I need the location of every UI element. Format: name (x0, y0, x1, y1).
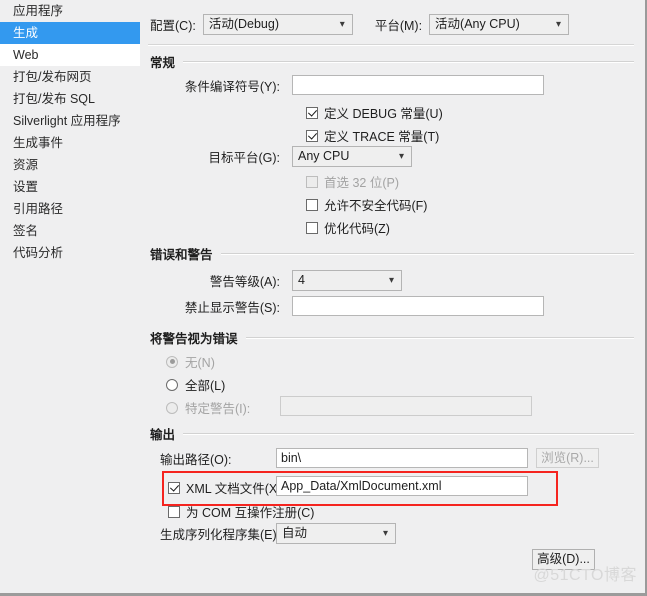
serialization-assembly-label: 生成序列化程序集(E): (160, 528, 281, 542)
target-platform-label: 目标平台(G): (208, 151, 280, 165)
treat-warnings-all-radio-row[interactable]: 全部(L) (166, 375, 225, 394)
target-platform-field: 目标平台(G): Any CPU ▾ (176, 146, 412, 167)
warning-level-combo[interactable]: 4 ▾ (292, 270, 402, 291)
prefer-32bit-label: 首选 32 位(P) (324, 176, 400, 190)
optimize-code-checkbox-row[interactable]: 优化代码(Z) (306, 218, 390, 237)
specific-warnings-input (280, 396, 532, 416)
treat-warnings-specific-radio-row: 特定警告(I): (166, 398, 250, 417)
errors-warnings-group-header: 错误和警告 (150, 244, 634, 263)
general-group-header: 常规 (150, 52, 634, 71)
warning-level-label: 警告等级(A): (209, 275, 280, 289)
divider (183, 432, 634, 435)
checkbox-icon[interactable] (306, 198, 318, 211)
optimize-code-label: 优化代码(Z) (324, 222, 390, 236)
treat-warnings-group-title: 将警告视为错误 (150, 332, 238, 346)
xml-documentation-input[interactable]: App_Data/XmlDocument.xml (276, 476, 528, 496)
browse-button: 浏览(R)... (536, 448, 599, 468)
sidebar-item-resources[interactable]: 资源 (0, 154, 140, 176)
suppress-warnings-input[interactable] (292, 296, 544, 316)
register-for-com-label: 为 COM 互操作注册(C) (186, 506, 315, 520)
target-platform-combo[interactable]: Any CPU ▾ (292, 146, 412, 167)
header-divider (148, 44, 634, 46)
conditional-symbols-label: 条件编译符号(Y): (184, 79, 280, 94)
sidebar-item-web[interactable]: Web (0, 44, 153, 66)
serialization-assembly-combo[interactable]: 自动 ▾ (276, 523, 396, 544)
divider (245, 336, 634, 339)
checkbox-icon[interactable] (168, 481, 180, 494)
allow-unsafe-code-checkbox-row[interactable]: 允许不安全代码(F) (306, 195, 427, 214)
sidebar-item-package-publish-sql[interactable]: 打包/发布 SQL (0, 88, 140, 110)
sidebar-item-silverlight-application[interactable]: Silverlight 应用程序 (0, 110, 140, 132)
platform-label: 平台(M): (374, 19, 423, 33)
register-for-com-checkbox-row[interactable]: 为 COM 互操作注册(C) (168, 502, 314, 521)
xml-documentation-label: XML 文档文件(X): (186, 482, 285, 496)
divider (220, 252, 634, 255)
general-group-title: 常规 (150, 56, 176, 70)
treat-warnings-group-header: 将警告视为错误 (150, 328, 634, 347)
watermark: @51CTO博客 (533, 567, 637, 584)
output-path-input[interactable]: bin\ (276, 448, 528, 468)
divider (183, 60, 634, 63)
errors-warnings-group-title: 错误和警告 (150, 248, 213, 262)
treat-warnings-none-radio-row: 无(N) (166, 352, 215, 371)
checkbox-icon (306, 175, 318, 188)
sidebar-item-package-publish-web[interactable]: 打包/发布网页 (0, 66, 140, 88)
configuration-combo-value: 活动(Debug) (208, 17, 279, 31)
sidebar: 应用程序 生成 Web 打包/发布网页 打包/发布 SQL Silverligh… (0, 0, 153, 593)
treat-warnings-all-label: 全部(L) (185, 379, 226, 393)
allow-unsafe-code-label: 允许不安全代码(F) (324, 199, 428, 213)
serialization-assembly-combo-value: 自动 (282, 526, 308, 540)
output-path-label: 输出路径(O): (160, 452, 232, 467)
chevron-down-icon: ▾ (382, 528, 388, 539)
project-properties-window: 应用程序 生成 Web 打包/发布网页 打包/发布 SQL Silverligh… (0, 0, 647, 596)
sidebar-item-application[interactable]: 应用程序 (0, 0, 140, 22)
configuration-bar: 配置(C): 活动(Debug) ▾ 平台(M): 活动(Any CPU) ▾ (150, 14, 570, 35)
warning-level-combo-value: 4 (298, 273, 305, 287)
output-path-field: 输出路径(O): bin\ (160, 448, 528, 468)
checkbox-icon[interactable] (306, 221, 318, 234)
configuration-combo[interactable]: 活动(Debug) ▾ (202, 14, 353, 35)
prefer-32bit-checkbox-row: 首选 32 位(P) (306, 172, 399, 191)
sidebar-item-build-events[interactable]: 生成事件 (0, 132, 140, 154)
serialization-assembly-field: 生成序列化程序集(E): 自动 ▾ (160, 523, 396, 544)
conditional-symbols-field: 条件编译符号(Y): (176, 75, 544, 95)
conditional-symbols-input[interactable] (292, 75, 544, 95)
checkbox-icon[interactable] (306, 106, 318, 119)
define-debug-label: 定义 DEBUG 常量(U) (324, 107, 443, 121)
sidebar-item-settings[interactable]: 设置 (0, 176, 140, 198)
output-group-title: 输出 (150, 428, 176, 442)
sidebar-item-signing[interactable]: 签名 (0, 220, 140, 242)
warning-level-field: 警告等级(A): 4 ▾ (176, 270, 402, 291)
treat-warnings-specific-label: 特定警告(I): (185, 402, 251, 416)
suppress-warnings-field: 禁止显示警告(S): (176, 296, 544, 316)
configuration-label: 配置(C): (150, 19, 196, 33)
suppress-warnings-label: 禁止显示警告(S): (184, 300, 280, 315)
checkbox-icon[interactable] (306, 129, 318, 142)
chevron-down-icon: ▾ (339, 19, 345, 30)
platform-combo[interactable]: 活动(Any CPU) ▾ (429, 14, 570, 35)
define-trace-checkbox-row[interactable]: 定义 TRACE 常量(T) (306, 126, 439, 145)
chevron-down-icon: ▾ (388, 275, 394, 286)
sidebar-item-code-analysis[interactable]: 代码分析 (0, 242, 140, 264)
define-trace-label: 定义 TRACE 常量(T) (324, 130, 440, 144)
output-group-header: 输出 (150, 424, 634, 443)
radio-icon (166, 355, 178, 368)
radio-icon (166, 401, 178, 414)
treat-warnings-none-label: 无(N) (185, 356, 215, 370)
chevron-down-icon: ▾ (556, 19, 562, 30)
define-debug-checkbox-row[interactable]: 定义 DEBUG 常量(U) (306, 103, 443, 122)
checkbox-icon[interactable] (168, 505, 180, 518)
sidebar-item-build[interactable]: 生成 (0, 22, 152, 44)
sidebar-item-reference-paths[interactable]: 引用路径 (0, 198, 140, 220)
build-settings-panel: 配置(C): 活动(Debug) ▾ 平台(M): 活动(Any CPU) ▾ … (140, 0, 643, 590)
xml-documentation-checkbox-row[interactable]: XML 文档文件(X): (168, 478, 285, 497)
radio-icon[interactable] (166, 378, 178, 391)
chevron-down-icon: ▾ (398, 151, 404, 162)
target-platform-combo-value: Any CPU (298, 149, 350, 163)
platform-combo-value: 活动(Any CPU) (435, 17, 520, 31)
